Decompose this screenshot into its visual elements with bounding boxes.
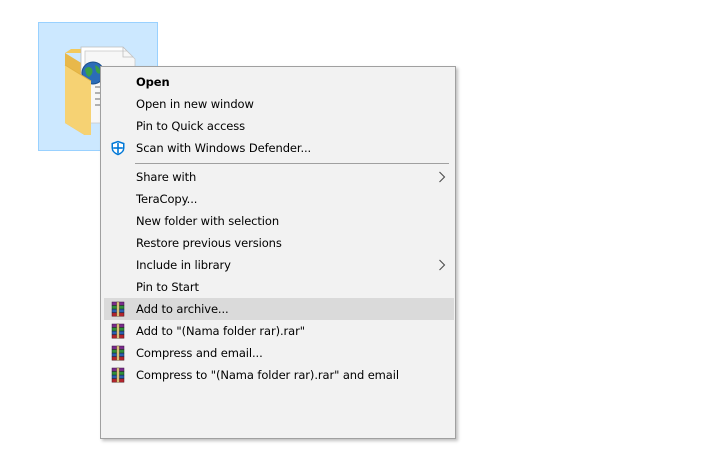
menu-item-label: Compress to "(Nama folder rar).rar" and … bbox=[136, 368, 399, 382]
chevron-right-icon bbox=[439, 171, 446, 183]
menu-item-label: Pin to Quick access bbox=[136, 119, 246, 133]
menu-item-pin-to-start[interactable]: Pin to Start bbox=[104, 276, 454, 298]
menu-item-label: Restore previous versions bbox=[136, 236, 282, 250]
menu-item-open-in-new-window[interactable]: Open in new window bbox=[104, 93, 454, 115]
menu-item-share-with[interactable]: Share with bbox=[104, 166, 454, 188]
menu-item-label: Share with bbox=[136, 170, 197, 184]
menu-item-teracopy[interactable]: TeraCopy... bbox=[104, 188, 454, 210]
winrar-icon bbox=[111, 323, 125, 339]
winrar-icon bbox=[111, 345, 125, 361]
menu-item-new-folder-with-selection[interactable]: New folder with selection bbox=[104, 210, 454, 232]
menu-item-label: Pin to Start bbox=[136, 280, 199, 294]
windows-defender-icon bbox=[111, 140, 125, 156]
chevron-right-icon bbox=[439, 259, 446, 271]
context-menu: Open Open in new window Pin to Quick acc… bbox=[100, 66, 456, 439]
menu-item-label: TeraCopy... bbox=[136, 192, 198, 206]
winrar-icon bbox=[111, 301, 125, 317]
menu-item-label: Include in library bbox=[136, 258, 231, 272]
menu-item-scan-with-windows-defender[interactable]: Scan with Windows Defender... bbox=[104, 137, 454, 159]
menu-item-label: Add to "(Nama folder rar).rar" bbox=[136, 324, 305, 338]
menu-item-add-to-rar[interactable]: Add to "(Nama folder rar).rar" bbox=[104, 320, 454, 342]
desktop: Open Open in new window Pin to Quick acc… bbox=[0, 0, 711, 457]
menu-item-compress-and-email[interactable]: Compress and email... bbox=[104, 342, 454, 364]
menu-item-restore-previous-versions[interactable]: Restore previous versions bbox=[104, 232, 454, 254]
menu-item-label: Add to archive... bbox=[136, 302, 229, 316]
menu-item-open[interactable]: Open bbox=[104, 71, 454, 93]
menu-item-label: Open bbox=[136, 75, 170, 89]
winrar-icon bbox=[111, 367, 125, 383]
menu-item-label: Open in new window bbox=[136, 97, 254, 111]
menu-item-compress-to-rar-and-email[interactable]: Compress to "(Nama folder rar).rar" and … bbox=[104, 364, 454, 386]
menu-item-label: New folder with selection bbox=[136, 214, 280, 228]
menu-separator bbox=[135, 163, 449, 164]
menu-item-include-in-library[interactable]: Include in library bbox=[104, 254, 454, 276]
menu-item-add-to-archive[interactable]: Add to archive... bbox=[104, 298, 454, 320]
menu-item-label: Scan with Windows Defender... bbox=[136, 141, 312, 155]
menu-item-pin-to-quick-access[interactable]: Pin to Quick access bbox=[104, 115, 454, 137]
menu-item-label: Compress and email... bbox=[136, 346, 263, 360]
